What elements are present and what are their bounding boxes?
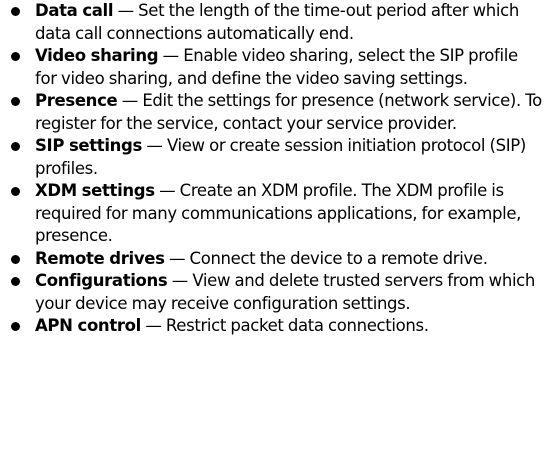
- item-separator: —: [154, 181, 180, 200]
- item-separator: —: [141, 136, 167, 155]
- bullet-icon: [11, 187, 20, 196]
- item-description: Restrict packet data connections.: [165, 316, 429, 335]
- item-separator: —: [164, 248, 190, 268]
- list-item-sip-settings: SIP settings — View or create session in…: [0, 135, 548, 180]
- bullet-icon: [11, 322, 20, 331]
- item-separator: —: [113, 1, 139, 20]
- item-separator: —: [117, 91, 143, 110]
- item-description: Connect the device to a remote drive.: [189, 248, 488, 268]
- item-term: Video sharing: [35, 46, 159, 65]
- list-item-data-call: Data call — Set the length of the time-o…: [0, 0, 548, 45]
- bullet-icon: [11, 254, 20, 264]
- list-item-presence: Presence — Edit the settings for presenc…: [0, 90, 548, 135]
- bullet-icon: [11, 97, 20, 106]
- bullet-icon: [11, 142, 20, 151]
- item-term: SIP settings: [35, 136, 142, 155]
- list-item-xdm-settings: XDM settings — Create an XDM profile. Th…: [0, 180, 548, 248]
- item-term: Data call: [35, 1, 114, 20]
- item-term: APN control: [35, 316, 141, 335]
- settings-list: Data call — Set the length of the time-o…: [0, 0, 548, 338]
- list-item-apn-control: APN control — Restrict packet data conne…: [0, 315, 548, 338]
- item-term: XDM settings: [35, 181, 155, 200]
- bullet-icon: [11, 52, 20, 61]
- bullet-icon: [11, 7, 20, 16]
- item-separator: —: [140, 316, 166, 335]
- list-item-remote-drives: Remote drives — Connect the device to a …: [0, 248, 548, 271]
- list-item-configurations: Configurations — View and delete trusted…: [0, 270, 548, 315]
- item-separator: —: [158, 46, 184, 65]
- list-item-video-sharing: Video sharing — Enable video sharing, se…: [0, 45, 548, 90]
- item-term: Presence: [35, 91, 118, 110]
- item-term: Remote drives: [35, 248, 165, 268]
- bullet-icon: [11, 277, 20, 286]
- item-term: Configurations: [35, 271, 168, 290]
- item-separator: —: [167, 271, 193, 290]
